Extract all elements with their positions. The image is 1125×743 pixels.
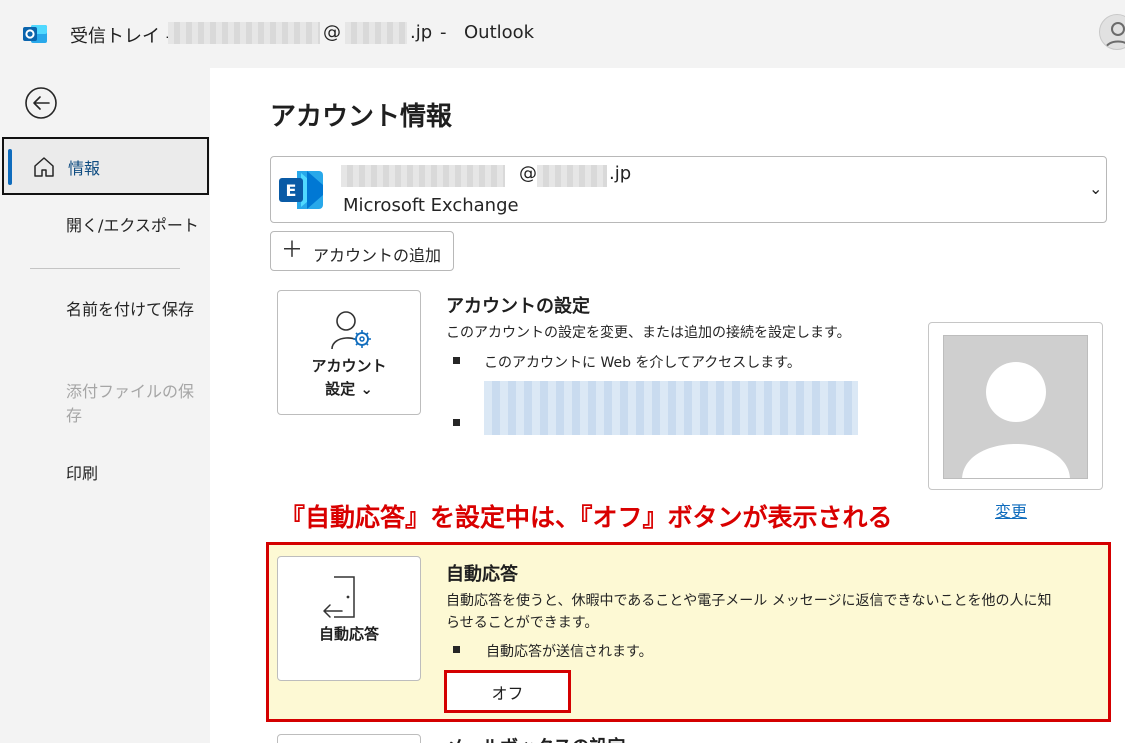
account-settings-tile-label1: アカウント (311, 357, 387, 375)
bullet-icon (453, 646, 460, 653)
account-email-at: @ (519, 163, 537, 184)
svg-text:E: E (286, 181, 297, 200)
account-settings-title: アカウントの設定 (446, 296, 590, 317)
sidebar-divider (30, 268, 180, 269)
bullet-icon (453, 357, 460, 364)
sidebar-item-print[interactable]: 印刷 (66, 462, 98, 486)
auto-reply-title: 自動応答 (446, 564, 518, 585)
backstage-sidebar: 情報 開く/エクスポート 名前を付けて保存 添付ファイルの保存 印刷 (0, 68, 210, 743)
back-arrow-icon[interactable] (24, 86, 58, 120)
home-icon (34, 157, 54, 177)
window-title-domain: .jp (410, 22, 433, 43)
person-icon (1105, 22, 1125, 49)
sidebar-item-info[interactable]: 情報 (2, 137, 209, 195)
mailbox-settings-title: メールボックスの設定 (446, 733, 625, 743)
auto-reply-description-line1: 自動応答を使うと、休暇中であることや電子メール メッセージに返信できないことを他… (446, 593, 1052, 609)
person-silhouette-icon (962, 362, 1070, 478)
sidebar-item-open-export[interactable]: 開く/エクスポート (66, 214, 199, 238)
door-arrow-icon (323, 576, 355, 618)
sidebar-item-save-attachments: 添付ファイルの保存 (66, 382, 195, 425)
page-title: アカウント情報 (270, 102, 453, 132)
account-type: Microsoft Exchange (343, 195, 519, 216)
window-title-at: @ (323, 22, 341, 43)
account-email-domain: .jp (609, 163, 632, 184)
profile-photo (943, 335, 1088, 479)
turn-off-auto-reply-button[interactable]: オフ (444, 670, 571, 713)
add-account-label: アカウントの追加 (313, 246, 442, 265)
redacted-account-name (341, 165, 505, 187)
sidebar-item-label: 情報 (68, 159, 101, 178)
window-title-app: Outlook (464, 22, 535, 43)
annotation-callout: 『自動応答』を設定中は、『オフ』ボタンが表示される (280, 503, 893, 532)
exchange-icon: E (279, 171, 323, 209)
redacted-web-link (484, 381, 858, 435)
sidebar-item-save-as[interactable]: 名前を付けて保存 (66, 298, 196, 322)
selection-indicator (8, 149, 12, 185)
account-settings-tile-label2: 設定 ⌄ (325, 380, 373, 398)
account-selector-dropdown[interactable]: E @ .jp Microsoft Exchange ⌄ (270, 156, 1107, 223)
auto-reply-button[interactable]: 自動応答 (277, 556, 421, 681)
redacted-domain (345, 22, 407, 44)
redacted-account-domain (537, 165, 607, 187)
chevron-down-icon: ⌄ (1089, 179, 1103, 198)
window-title-folder: 受信トレイ - (70, 26, 173, 47)
outlook-app-icon (23, 25, 47, 43)
account-settings-button[interactable]: アカウント 設定 ⌄ (277, 290, 421, 415)
mailbox-settings-button[interactable] (277, 734, 421, 743)
redacted-username (168, 22, 320, 44)
user-avatar[interactable] (1099, 14, 1125, 50)
account-settings-icon (331, 311, 371, 350)
title-bar: 受信トレイ - @ .jp - Outlook (0, 0, 1125, 68)
plus-icon: ＋ (281, 238, 304, 263)
auto-reply-status-text: 自動応答が送信されます。 (486, 644, 653, 660)
change-photo-link[interactable]: 変更 (995, 498, 1027, 522)
web-access-text: このアカウントに Web を介してアクセスします。 (484, 355, 801, 371)
auto-reply-description-line2: らせることができます。 (446, 615, 599, 631)
account-settings-description: このアカウントの設定を変更、または追加の接続を設定します。 (446, 325, 851, 341)
auto-reply-tile-label: 自動応答 (318, 625, 379, 643)
bullet-icon (453, 419, 460, 426)
window-title-separator: - (440, 22, 447, 43)
add-account-button[interactable]: ＋ アカウントの追加 (270, 231, 454, 271)
profile-photo-frame (928, 322, 1103, 490)
